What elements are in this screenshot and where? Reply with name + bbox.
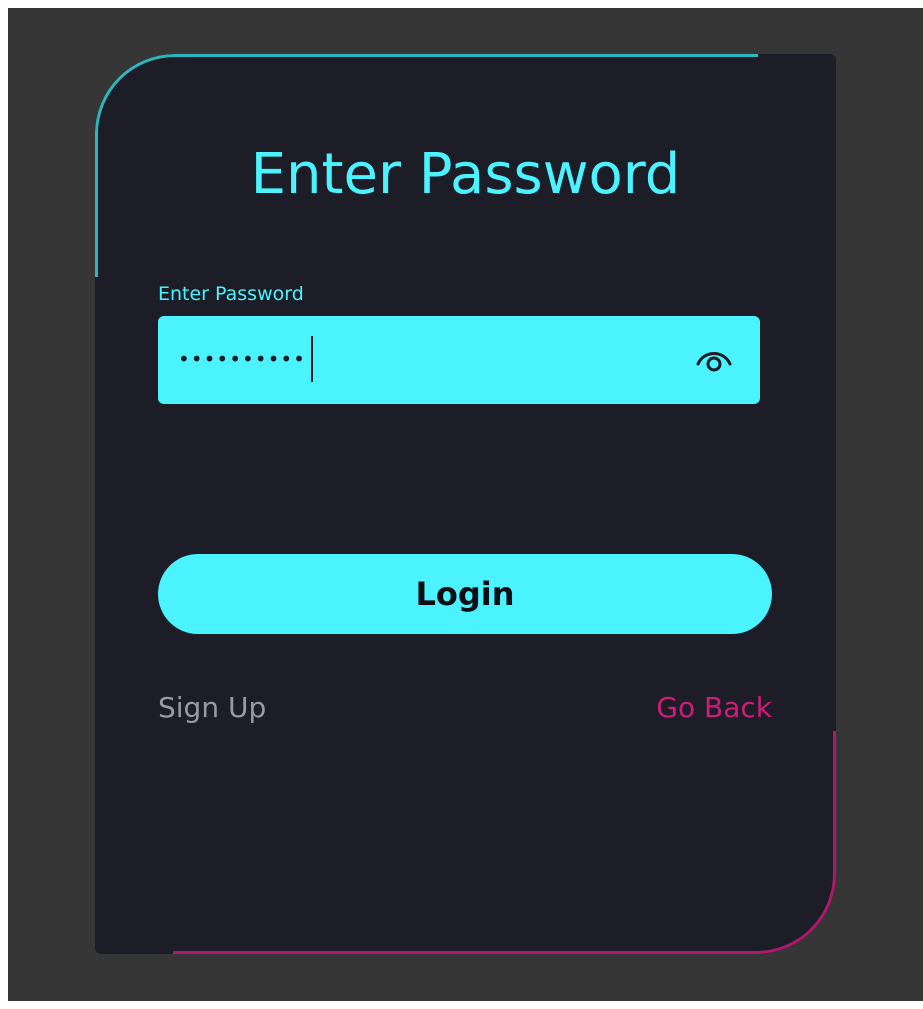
password-input[interactable]: •••••••••• [158,316,760,404]
page-background: Enter Password Enter Password ••••••••••… [8,8,923,1001]
password-label: Enter Password [158,283,304,305]
eye-icon[interactable] [692,340,736,380]
login-card: Enter Password Enter Password ••••••••••… [95,54,836,954]
login-button[interactable]: Login [158,554,772,634]
text-caret [311,336,313,382]
page-title: Enter Password [250,142,681,207]
go-back-link[interactable]: Go Back [656,690,772,726]
sign-up-link[interactable]: Sign Up [158,690,266,726]
password-masked-value: •••••••••• [178,347,306,371]
